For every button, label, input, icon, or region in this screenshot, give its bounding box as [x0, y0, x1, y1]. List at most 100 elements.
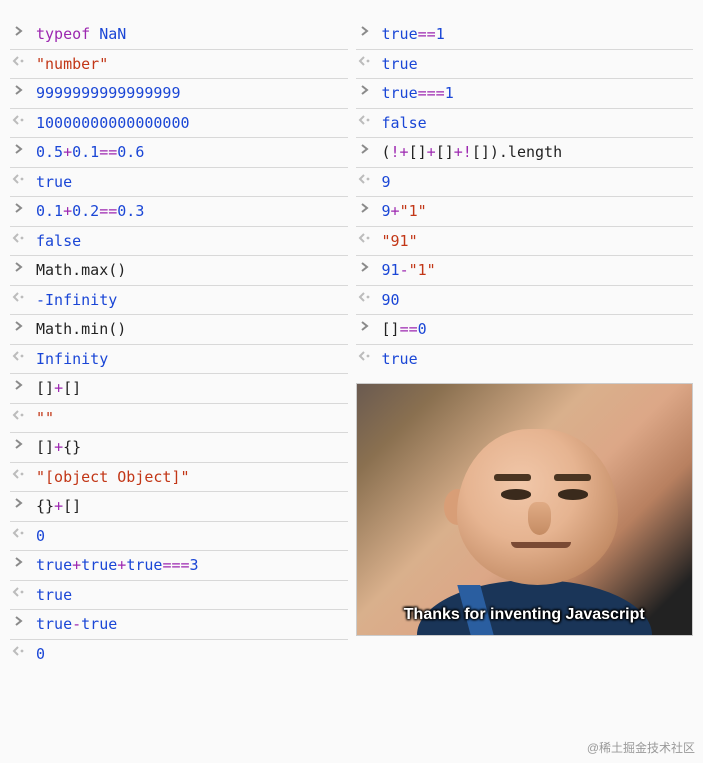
- code-text: "": [36, 407, 54, 430]
- code-text: 0.5+0.1==0.6: [36, 141, 144, 164]
- code-text: 0: [36, 643, 45, 666]
- console-output-row: "91": [356, 226, 694, 256]
- output-chevron-icon: [12, 407, 26, 420]
- output-chevron-icon: [12, 112, 26, 125]
- code-text: 9+"1": [382, 200, 427, 223]
- console-input-row: 9999999999999999: [10, 78, 348, 108]
- console-output-row: 90: [356, 285, 694, 315]
- output-chevron-icon: [12, 289, 26, 302]
- console-column-right: true==1 true true===1 false (!+[]+[]+![]).le…: [356, 20, 694, 668]
- console-output-row: true: [10, 580, 348, 610]
- meme-caption: Thanks for inventing Javascript: [357, 603, 693, 627]
- console-output-row: false: [356, 108, 694, 138]
- code-text: -Infinity: [36, 289, 117, 312]
- console-input-row: true-true: [10, 609, 348, 639]
- code-text: []+{}: [36, 436, 81, 459]
- code-text: 0.1+0.2==0.3: [36, 200, 144, 223]
- console-input-row: true==1: [356, 20, 694, 49]
- console-output-row: true: [10, 167, 348, 197]
- console-input-row: true+true+true===3: [10, 550, 348, 580]
- code-text: Math.max(): [36, 259, 126, 282]
- input-chevron-icon: [12, 613, 26, 626]
- console-output-row: 10000000000000000: [10, 108, 348, 138]
- code-text: true===1: [382, 82, 454, 105]
- input-chevron-icon: [358, 141, 372, 154]
- console-input-row: 0.5+0.1==0.6: [10, 137, 348, 167]
- console-output-row: false: [10, 226, 348, 256]
- code-text: "91": [382, 230, 418, 253]
- output-chevron-icon: [12, 348, 26, 361]
- input-chevron-icon: [12, 377, 26, 390]
- console-input-row: []+{}: [10, 432, 348, 462]
- console-input-row: Math.max(): [10, 255, 348, 285]
- output-chevron-icon: [358, 112, 372, 125]
- output-chevron-icon: [12, 643, 26, 656]
- output-chevron-icon: [358, 171, 372, 184]
- console-column-left: typeof NaN "number" 9999999999999999 100000…: [10, 20, 348, 668]
- input-chevron-icon: [12, 259, 26, 272]
- code-text: "[object Object]": [36, 466, 190, 489]
- code-text: Math.min(): [36, 318, 126, 341]
- console-input-row: (!+[]+[]+![]).length: [356, 137, 694, 167]
- code-text: 9: [382, 171, 391, 194]
- console-output-row: 9: [356, 167, 694, 197]
- output-chevron-icon: [12, 230, 26, 243]
- output-chevron-icon: [358, 230, 372, 243]
- console-input-row: []+[]: [10, 373, 348, 403]
- console-output-row: true: [356, 49, 694, 79]
- console-input-row: 91-"1": [356, 255, 694, 285]
- console-output-row: -Infinity: [10, 285, 348, 315]
- code-text: false: [382, 112, 427, 135]
- code-text: 10000000000000000: [36, 112, 190, 135]
- code-text: (!+[]+[]+![]).length: [382, 141, 563, 164]
- console-output-row: "": [10, 403, 348, 433]
- code-text: "number": [36, 53, 108, 76]
- output-chevron-icon: [12, 53, 26, 66]
- code-text: 90: [382, 289, 400, 312]
- input-chevron-icon: [12, 23, 26, 36]
- watermark: @稀土掘金技术社区: [587, 739, 695, 757]
- code-text: Infinity: [36, 348, 108, 371]
- code-text: true: [382, 53, 418, 76]
- input-chevron-icon: [12, 495, 26, 508]
- console-output-row: 0: [10, 521, 348, 551]
- input-chevron-icon: [12, 200, 26, 213]
- console-input-row: 9+"1": [356, 196, 694, 226]
- input-chevron-icon: [12, 554, 26, 567]
- code-text: true: [382, 348, 418, 371]
- input-chevron-icon: [358, 318, 372, 331]
- code-text: 91-"1": [382, 259, 436, 282]
- output-chevron-icon: [12, 171, 26, 184]
- input-chevron-icon: [358, 82, 372, 95]
- console-output-row: 0: [10, 639, 348, 669]
- console-output-row: Infinity: [10, 344, 348, 374]
- console-input-row: Math.min(): [10, 314, 348, 344]
- input-chevron-icon: [358, 259, 372, 272]
- output-chevron-icon: [12, 525, 26, 538]
- code-text: true==1: [382, 23, 445, 46]
- code-text: true: [36, 171, 72, 194]
- console-input-row: 0.1+0.2==0.3: [10, 196, 348, 226]
- code-text: true-true: [36, 613, 117, 636]
- input-chevron-icon: [12, 82, 26, 95]
- meme-image: Thanks for inventing Javascript: [356, 383, 694, 636]
- input-chevron-icon: [12, 318, 26, 331]
- code-text: []+[]: [36, 377, 81, 400]
- output-chevron-icon: [12, 466, 26, 479]
- code-text: 9999999999999999: [36, 82, 181, 105]
- output-chevron-icon: [12, 584, 26, 597]
- code-text: typeof NaN: [36, 23, 126, 46]
- input-chevron-icon: [358, 23, 372, 36]
- output-chevron-icon: [358, 53, 372, 66]
- output-chevron-icon: [358, 348, 372, 361]
- code-text: []==0: [382, 318, 427, 341]
- console-input-row: typeof NaN: [10, 20, 348, 49]
- code-text: 0: [36, 525, 45, 548]
- code-text: true+true+true===3: [36, 554, 199, 577]
- console-input-row: true===1: [356, 78, 694, 108]
- console-output-row: "number": [10, 49, 348, 79]
- input-chevron-icon: [12, 141, 26, 154]
- console-input-row: {}+[]: [10, 491, 348, 521]
- code-text: false: [36, 230, 81, 253]
- input-chevron-icon: [12, 436, 26, 449]
